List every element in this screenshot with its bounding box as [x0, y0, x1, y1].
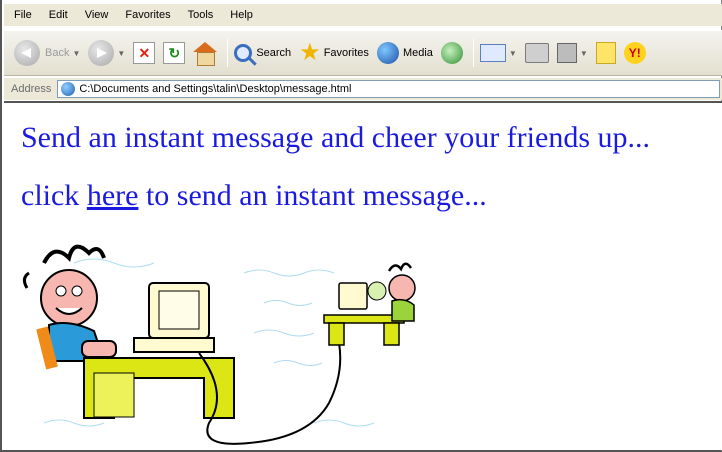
stop-icon: ✕ — [133, 42, 156, 64]
media-button[interactable]: Media — [376, 42, 433, 64]
messaging-illustration — [22, 244, 416, 445]
address-input[interactable]: C:\Documents and Settings\talin\Desktop\… — [57, 80, 720, 98]
print-icon — [524, 43, 549, 63]
history-icon — [440, 42, 463, 64]
instruction-suffix: to send an instant message... — [138, 179, 487, 212]
cartoon-user-left — [22, 244, 117, 370]
back-label: Back — [45, 47, 70, 59]
back-icon — [14, 40, 40, 66]
search-button[interactable]: Search — [234, 44, 291, 62]
page-headline: Send an instant message and cheer your f… — [21, 121, 650, 154]
print-button[interactable] — [524, 43, 549, 63]
stop-button[interactable]: ✕ — [133, 42, 156, 64]
yahoo-button[interactable]: Y! — [623, 42, 646, 64]
search-icon — [234, 44, 253, 62]
chevron-down-icon[interactable]: ▼ — [117, 49, 125, 58]
standard-toolbar: Back ▼ ▼ ✕ ↻ Search ★ Favorites Media ▼ … — [4, 30, 722, 76]
edit-icon — [556, 43, 577, 63]
page-icon — [61, 82, 76, 96]
edit-button[interactable]: ▼ — [556, 43, 588, 63]
menu-favorites[interactable]: Favorites — [125, 9, 170, 21]
instruction-line: click here to send an instant message... — [21, 179, 487, 213]
yahoo-icon: Y! — [623, 42, 646, 64]
home-icon — [193, 42, 218, 66]
toolbar-separator — [227, 39, 229, 67]
media-icon — [376, 42, 399, 64]
menu-tools[interactable]: Tools — [188, 9, 214, 21]
media-label: Media — [402, 47, 433, 59]
back-button[interactable]: Back ▼ — [14, 40, 80, 66]
menu-view[interactable]: View — [85, 9, 109, 21]
forward-button[interactable]: ▼ — [88, 40, 125, 66]
search-label: Search — [256, 47, 292, 59]
home-button[interactable] — [193, 42, 218, 66]
menu-bar: File Edit View Favorites Tools Help — [4, 4, 722, 26]
address-label: Address — [11, 83, 52, 95]
browser-window: File Edit View Favorites Tools Help Back… — [0, 0, 722, 452]
favorites-label: Favorites — [323, 47, 369, 59]
favorites-button[interactable]: ★ Favorites — [299, 39, 369, 66]
cartoon-user-right — [367, 262, 416, 322]
toolbar-separator — [472, 39, 474, 67]
address-value: C:\Documents and Settings\talin\Desktop\… — [79, 83, 352, 95]
chevron-down-icon[interactable]: ▼ — [72, 49, 80, 58]
chevron-down-icon[interactable]: ▼ — [580, 49, 588, 58]
here-link[interactable]: here — [87, 179, 139, 212]
menu-help[interactable]: Help — [230, 9, 253, 21]
mail-button[interactable]: ▼ — [479, 44, 517, 62]
refresh-icon: ↻ — [163, 42, 186, 64]
instruction-prefix: click — [21, 179, 87, 212]
page-content: Send an instant message and cheer your f… — [4, 101, 722, 450]
menu-edit[interactable]: Edit — [49, 9, 68, 21]
refresh-button[interactable]: ↻ — [163, 42, 186, 64]
mail-icon — [479, 44, 506, 62]
messenger-icon — [595, 42, 616, 64]
messenger-button[interactable] — [595, 42, 616, 64]
address-bar: Address C:\Documents and Settings\talin\… — [4, 78, 722, 100]
chevron-down-icon[interactable]: ▼ — [509, 49, 517, 58]
history-button[interactable] — [440, 42, 463, 64]
menu-file[interactable]: File — [14, 9, 32, 21]
favorites-star-icon: ★ — [299, 39, 321, 66]
forward-icon — [88, 40, 115, 66]
